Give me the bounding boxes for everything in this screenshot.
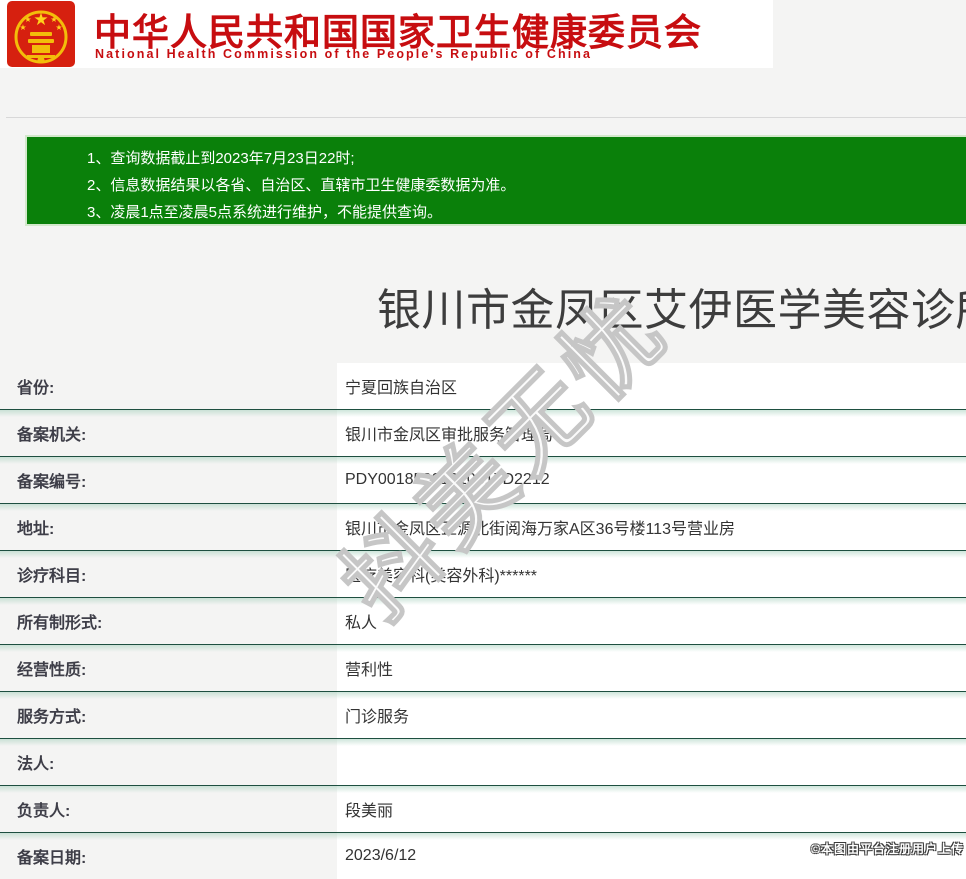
field-label: 诊疗科目:: [0, 551, 337, 597]
site-header: ★ ★ ★ ★ ★ 中华人民共和国国家卫生健康委员会 National Heal…: [0, 0, 773, 68]
table-row-province: 省份: 宁夏回族自治区: [0, 363, 966, 409]
field-label: 负责人:: [0, 786, 337, 832]
field-value: 宁夏回族自治区: [337, 363, 966, 409]
table-row-filing-number: 备案编号: PDY00185861010617D2212: [0, 456, 966, 503]
field-value: [337, 739, 966, 785]
info-table: 省份: 宁夏回族自治区 备案机关: 银川市金凤区审批服务管理局 备案编号: PD…: [0, 363, 966, 879]
table-row-address: 地址: 银川市金凤区正源北街阅海万家A区36号楼113号营业房: [0, 503, 966, 550]
header-divider: [6, 117, 966, 118]
notice-line-2: 2、信息数据结果以各省、自治区、直辖市卫生健康委数据为准。: [87, 177, 516, 194]
notice-line-3: 3、凌晨1点至凌晨5点系统进行维护，不能提供查询。: [87, 204, 443, 221]
field-value: 门诊服务: [337, 692, 966, 738]
notice-box: 1、查询数据截止到2023年7月23日22时; 2、信息数据结果以各省、自治区、…: [25, 135, 966, 226]
field-label: 省份:: [0, 363, 337, 409]
site-title-english: National Health Commission of the People…: [95, 47, 593, 61]
field-value: 银川市金凤区正源北街阅海万家A区36号楼113号营业房: [337, 504, 966, 550]
table-row-service-mode: 服务方式: 门诊服务: [0, 691, 966, 738]
field-label: 法人:: [0, 739, 337, 785]
field-value: 段美丽: [337, 786, 966, 832]
svg-text:★: ★: [19, 23, 26, 32]
institution-title: 银川市金凤区艾伊医学美容诊所: [377, 286, 966, 335]
table-row-legal-person: 法人:: [0, 738, 966, 785]
field-value: 私人: [337, 598, 966, 644]
field-label: 所有制形式:: [0, 598, 337, 644]
table-row-person-in-charge: 负责人: 段美丽: [0, 785, 966, 832]
table-row-medical-subjects: 诊疗科目: 医疗美容科(美容外科)******: [0, 550, 966, 597]
field-value: PDY00185861010617D2212: [337, 457, 966, 503]
field-label: 经营性质:: [0, 645, 337, 691]
table-row-business-nature: 经营性质: 营利性: [0, 644, 966, 691]
table-row-filing-authority: 备案机关: 银川市金凤区审批服务管理局: [0, 409, 966, 456]
upload-credit: ©本图由平台注册用户上传: [811, 842, 964, 856]
field-value: 医疗美容科(美容外科)******: [337, 551, 966, 597]
notice-line-1: 1、查询数据截止到2023年7月23日22时;: [87, 150, 355, 167]
svg-text:★: ★: [55, 23, 62, 32]
table-row-ownership: 所有制形式: 私人: [0, 597, 966, 644]
field-label: 备案编号:: [0, 457, 337, 503]
field-label: 备案机关:: [0, 410, 337, 456]
field-label: 地址:: [0, 504, 337, 550]
national-emblem-icon: ★ ★ ★ ★ ★: [7, 1, 75, 67]
field-value: 营利性: [337, 645, 966, 691]
svg-text:★: ★: [33, 10, 48, 29]
field-label: 服务方式:: [0, 692, 337, 738]
field-value: 银川市金凤区审批服务管理局: [337, 410, 966, 456]
field-label: 备案日期:: [0, 833, 337, 879]
